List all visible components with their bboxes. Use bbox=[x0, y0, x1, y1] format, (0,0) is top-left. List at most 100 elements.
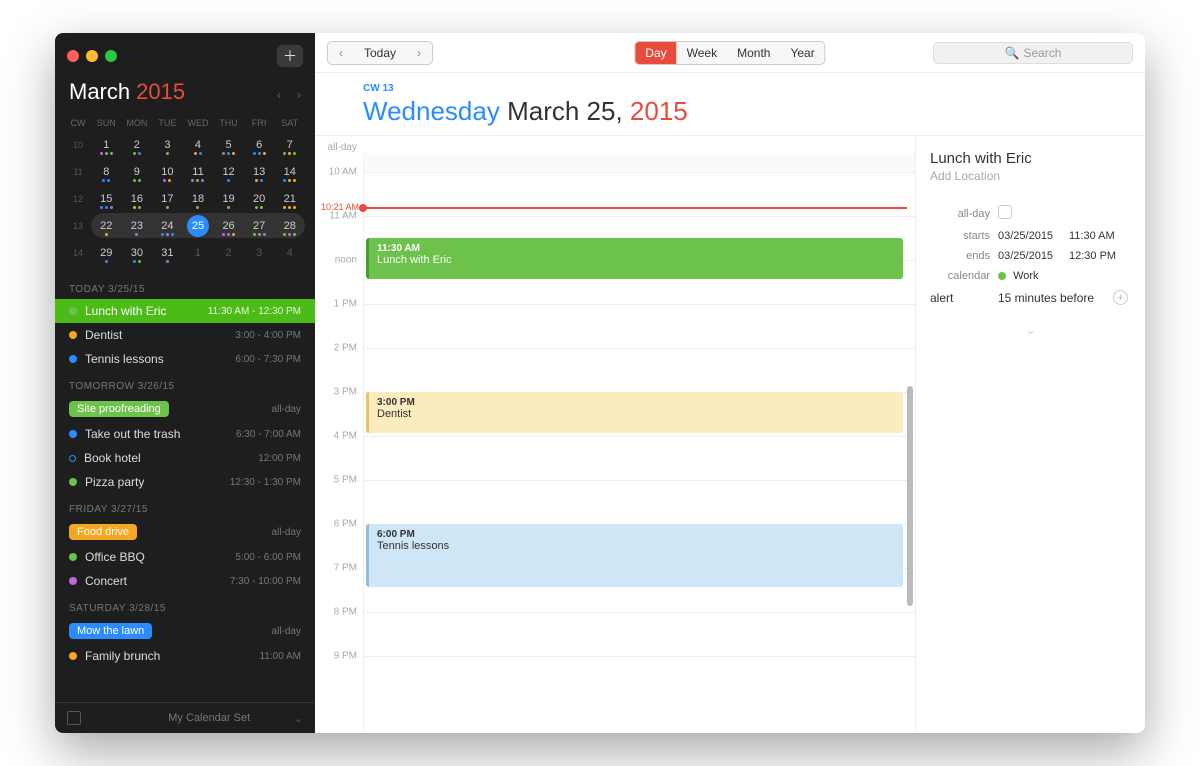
agenda-item[interactable]: Book hotel12:00 PM bbox=[55, 446, 315, 470]
hour-label: 6 PM bbox=[315, 519, 357, 530]
timeline-event[interactable]: 11:30 AMLunch with Eric bbox=[366, 238, 903, 279]
view-week-button[interactable]: Week bbox=[677, 42, 727, 64]
timeline-event[interactable]: 3:00 PMDentist bbox=[366, 392, 903, 433]
mini-cal-week: 13 bbox=[65, 221, 91, 231]
agenda-item-bullet bbox=[69, 577, 77, 585]
agenda-item-bullet bbox=[69, 553, 77, 561]
mini-cal-day[interactable]: 10 bbox=[152, 160, 183, 183]
mini-cal-day[interactable]: 8 bbox=[91, 160, 122, 183]
mini-cal-day[interactable]: 26 bbox=[213, 214, 244, 237]
sidebar-footer: My Calendar Set ⌄ bbox=[55, 702, 315, 733]
hour-grid[interactable]: 11:30 AMLunch with Eric 3:00 PMDentist 6:0… bbox=[363, 162, 915, 733]
mini-cal-day[interactable]: 5 bbox=[213, 133, 244, 156]
event-title[interactable]: Lunch with Eric bbox=[930, 150, 1131, 167]
mini-cal-day[interactable]: 9 bbox=[122, 160, 153, 183]
mini-cal-day[interactable]: 19 bbox=[213, 187, 244, 210]
next-day-button[interactable]: › bbox=[406, 42, 432, 64]
calendar-color-dot bbox=[998, 272, 1006, 280]
starts-time[interactable]: 11:30 AM bbox=[1069, 230, 1131, 242]
set-chevron-icon[interactable]: ⌄ bbox=[294, 712, 303, 725]
mini-cal-day[interactable]: 12 bbox=[213, 160, 244, 183]
agenda-item[interactable]: Food driveall-day bbox=[55, 519, 315, 545]
minimize-window-button[interactable] bbox=[86, 50, 98, 62]
mini-cal-day[interactable]: 16 bbox=[122, 187, 153, 210]
agenda-item[interactable]: Tennis lessons 6:00 - 7:30 PM bbox=[55, 347, 315, 371]
view-month-button[interactable]: Month bbox=[727, 42, 780, 64]
agenda-item[interactable]: Office BBQ5:00 - 6:00 PM bbox=[55, 545, 315, 569]
calendar-set-label[interactable]: My Calendar Set bbox=[168, 712, 250, 724]
mini-cal-day[interactable]: 17 bbox=[152, 187, 183, 210]
hour-label: 2 PM bbox=[315, 343, 357, 354]
agenda-item[interactable]: Lunch with Eric11:30 AM - 12:30 PM bbox=[55, 299, 315, 323]
today-button[interactable]: Today bbox=[354, 42, 406, 64]
prev-month-button[interactable]: ‹ bbox=[277, 88, 281, 102]
add-event-button[interactable]: ＋ bbox=[277, 45, 303, 67]
mini-cal-day[interactable]: 4 bbox=[274, 241, 305, 264]
agenda-item[interactable]: Site proofreadingall-day bbox=[55, 396, 315, 422]
agenda-item-bullet bbox=[69, 455, 76, 462]
mini-cal-day[interactable]: 23 bbox=[122, 214, 153, 237]
agenda-item[interactable]: Mow the lawnall-day bbox=[55, 618, 315, 644]
agenda-item[interactable]: Family brunch11:00 AM bbox=[55, 644, 315, 668]
zoom-window-button[interactable] bbox=[105, 50, 117, 62]
ends-date[interactable]: 03/25/2015 bbox=[998, 250, 1061, 262]
mini-cal-day[interactable]: 3 bbox=[244, 241, 275, 264]
mini-cal-day[interactable]: 2 bbox=[122, 133, 153, 156]
mini-cal-day[interactable]: 21 bbox=[274, 187, 305, 210]
mini-cal-dayheader: SUN bbox=[91, 115, 122, 131]
mini-cal-day[interactable]: 13 bbox=[244, 160, 275, 183]
ends-time[interactable]: 12:30 PM bbox=[1069, 250, 1131, 262]
alert-value[interactable]: 15 minutes before bbox=[998, 291, 1105, 305]
view-year-button[interactable]: Year bbox=[780, 42, 824, 64]
agenda-item[interactable]: Dentist3:00 - 4:00 PM bbox=[55, 323, 315, 347]
agenda-item-bullet bbox=[69, 652, 77, 660]
mini-cal-day[interactable]: 20 bbox=[244, 187, 275, 210]
mini-cal-day[interactable]: 7 bbox=[274, 133, 305, 156]
scroll-thumb[interactable] bbox=[907, 386, 913, 606]
allday-checkbox[interactable] bbox=[998, 205, 1012, 219]
view-day-button[interactable]: Day bbox=[635, 42, 676, 64]
vertical-scrollbar[interactable] bbox=[907, 136, 913, 733]
mini-cal-day[interactable]: 18 bbox=[183, 187, 214, 210]
mini-cal-day[interactable]: 30 bbox=[122, 241, 153, 264]
mini-cal-day[interactable]: 2 bbox=[213, 241, 244, 264]
expand-inspector-button[interactable]: ⌄ bbox=[930, 323, 1131, 337]
edit-sets-icon[interactable] bbox=[67, 711, 81, 725]
agenda-item[interactable]: Take out the trash6:30 - 7:00 AM bbox=[55, 422, 315, 446]
mini-cal-day[interactable]: 6 bbox=[244, 133, 275, 156]
agenda-item-time: 6:00 - 7:30 PM bbox=[235, 354, 301, 365]
hour-line bbox=[364, 436, 915, 437]
mini-cal-day[interactable]: 1 bbox=[183, 241, 214, 264]
mini-cal-day[interactable]: 4 bbox=[183, 133, 214, 156]
hour-line bbox=[364, 348, 915, 349]
mini-cal-day[interactable]: 31 bbox=[152, 241, 183, 264]
agenda-item-time: 6:30 - 7:00 AM bbox=[236, 429, 301, 440]
agenda-item-title: Tennis lessons bbox=[85, 352, 229, 366]
mini-cal-day[interactable]: 3 bbox=[152, 133, 183, 156]
search-placeholder: Search bbox=[1023, 46, 1061, 60]
prev-day-button[interactable]: ‹ bbox=[328, 42, 354, 64]
agenda-item[interactable]: Concert7:30 - 10:00 PM bbox=[55, 569, 315, 593]
mini-cal-day[interactable]: 24 bbox=[152, 214, 183, 237]
mini-cal-day[interactable]: 1 bbox=[91, 133, 122, 156]
starts-date[interactable]: 03/25/2015 bbox=[998, 230, 1061, 242]
mini-cal-day[interactable]: 22 bbox=[91, 214, 122, 237]
timeline-event[interactable]: 6:00 PMTennis lessons bbox=[366, 524, 903, 587]
hour-label: 3 PM bbox=[315, 387, 357, 398]
add-alert-button[interactable]: + bbox=[1113, 290, 1128, 305]
mini-cal-day[interactable]: 29 bbox=[91, 241, 122, 264]
mini-cal-day[interactable]: 27 bbox=[244, 214, 275, 237]
mini-cal-day[interactable]: 11 bbox=[183, 160, 214, 183]
agenda-item[interactable]: Pizza party12:30 - 1:30 PM bbox=[55, 470, 315, 494]
calendar-picker[interactable]: Work bbox=[998, 270, 1061, 282]
mini-cal-day[interactable]: 28 bbox=[274, 214, 305, 237]
mini-cal-day[interactable]: 15 bbox=[91, 187, 122, 210]
event-location-field[interactable]: Add Location bbox=[930, 169, 1131, 183]
mini-cal-day[interactable]: 25 bbox=[183, 214, 214, 237]
close-window-button[interactable] bbox=[67, 50, 79, 62]
timeline[interactable]: all-day 10 AM11 AMnoon1 PM2 PM3 PM4 PM5 … bbox=[315, 136, 915, 733]
agenda-list[interactable]: TODAY 3/25/15Lunch with Eric11:30 AM - 1… bbox=[55, 274, 315, 702]
next-month-button[interactable]: › bbox=[297, 88, 301, 102]
mini-cal-day[interactable]: 14 bbox=[274, 160, 305, 183]
search-field[interactable]: 🔍 Search bbox=[933, 42, 1133, 64]
